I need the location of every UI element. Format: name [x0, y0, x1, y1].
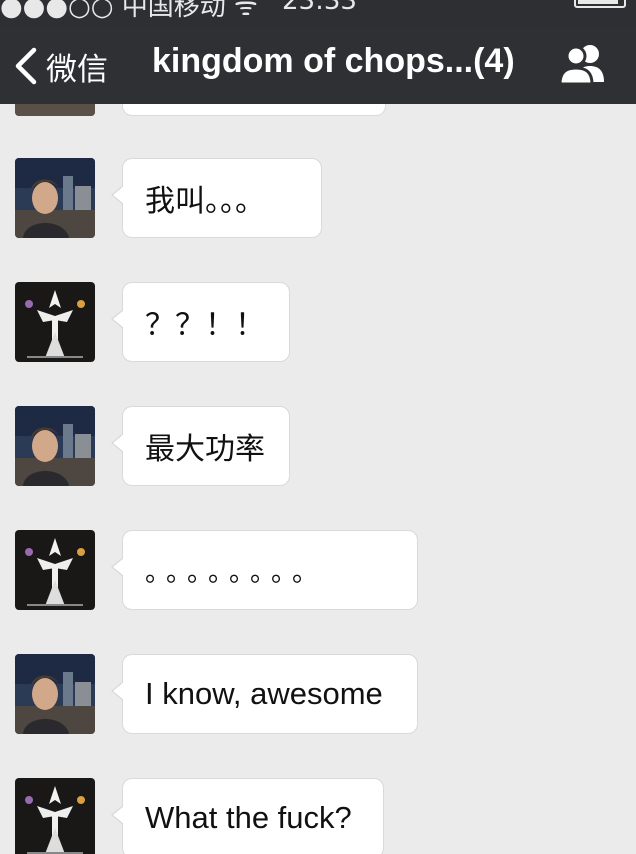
status-time: 23:33 [282, 0, 357, 16]
message-bubble[interactable]: 最大功率 [111, 406, 290, 486]
avatar[interactable] [15, 654, 95, 734]
message-bubble[interactable]: I know, awesome [111, 654, 418, 734]
message-bubble[interactable]: ？？！！ [111, 282, 290, 362]
avatar-artwork [15, 530, 95, 610]
avatar-artwork [15, 282, 95, 362]
message-row [0, 104, 636, 120]
nav-bar: 微信 kingdom of chops...(4) [0, 28, 636, 104]
avatar-photo [15, 104, 95, 116]
message-row: 我叫。。。 [0, 158, 636, 242]
avatar[interactable] [15, 282, 95, 362]
avatar[interactable] [15, 778, 95, 854]
back-button[interactable]: 微信 [10, 38, 108, 94]
carrier-label: ●●●○○ 中国移动 ᯤ [0, 0, 258, 22]
chevron-left-icon [15, 47, 37, 85]
back-label: 微信 [46, 51, 108, 88]
avatar[interactable] [15, 104, 95, 116]
message-row: ？？！！ [0, 282, 636, 366]
message-row: I know, awesome [0, 654, 636, 738]
avatar-artwork [15, 778, 95, 854]
avatar-photo [15, 654, 95, 734]
battery-fill [578, 0, 618, 4]
avatar-photo [15, 406, 95, 486]
message-bubble[interactable]: 我叫。。。 [111, 158, 322, 238]
message-list[interactable]: 我叫。。。 ？？！！ 最大功率 。。。。。。。。 I know, awesome… [0, 104, 636, 854]
avatar[interactable] [15, 158, 95, 238]
status-bar: ●●●○○ 中国移动 ᯤ 23:33 [0, 0, 636, 28]
avatar[interactable] [15, 406, 95, 486]
group-members-button[interactable] [556, 40, 612, 90]
battery-icon [574, 0, 626, 8]
message-row: What the fuck? [0, 778, 636, 854]
message-bubble[interactable] [122, 104, 386, 116]
avatar[interactable] [15, 530, 95, 610]
group-members-icon [558, 45, 604, 86]
chat-title: kingdom of chops...(4) [152, 42, 515, 80]
message-row: 最大功率 [0, 406, 636, 490]
message-row: 。。。。。。。。 [0, 530, 636, 614]
message-bubble[interactable]: What the fuck? [111, 778, 384, 854]
message-bubble[interactable]: 。。。。。。。。 [111, 530, 418, 610]
avatar-photo [15, 158, 95, 238]
